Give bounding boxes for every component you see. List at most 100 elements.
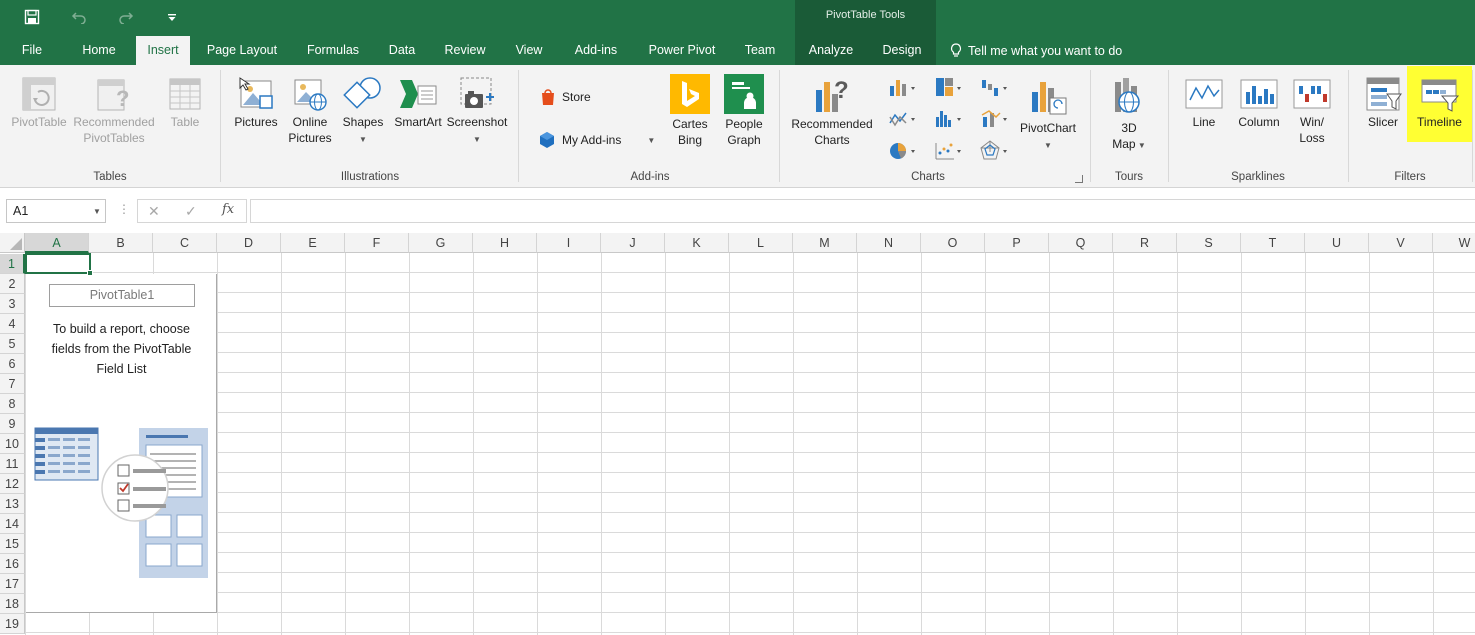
save-icon[interactable] (20, 6, 44, 28)
row-header-2[interactable]: 2 (0, 274, 25, 294)
column-header-f[interactable]: F (345, 233, 409, 253)
recommended-pivottables-button[interactable]: ? Recommended PivotTables (72, 76, 156, 146)
shapes-button[interactable]: Shapes ▼ (338, 76, 388, 148)
timeline-button[interactable]: Timeline (1407, 76, 1472, 130)
tab-data[interactable]: Data (381, 36, 423, 65)
row-header-3[interactable]: 3 (0, 294, 25, 314)
column-header-t[interactable]: T (1241, 233, 1305, 253)
column-header-p[interactable]: P (985, 233, 1049, 253)
tab-view[interactable]: View (507, 36, 551, 65)
store-button[interactable]: Store (540, 88, 591, 106)
tab-formulas[interactable]: Formulas (297, 36, 369, 65)
row-header-8[interactable]: 8 (0, 394, 25, 414)
column-header-h[interactable]: H (473, 233, 537, 253)
row-header-9[interactable]: 9 (0, 414, 25, 434)
sparkline-line-button[interactable]: Line (1180, 76, 1228, 130)
3d-map-button[interactable]: 3D Map ▼ (1100, 76, 1158, 154)
column-header-u[interactable]: U (1305, 233, 1369, 253)
column-header-m[interactable]: M (793, 233, 857, 253)
charts-dialog-launcher-icon[interactable] (1075, 175, 1083, 183)
column-header-e[interactable]: E (281, 233, 345, 253)
row-header-7[interactable]: 7 (0, 374, 25, 394)
tab-power-pivot[interactable]: Power Pivot (640, 36, 724, 65)
row-header-18[interactable]: 18 (0, 594, 25, 614)
fill-handle[interactable] (87, 270, 93, 276)
tab-page-layout[interactable]: Page Layout (200, 36, 284, 65)
column-header-d[interactable]: D (217, 233, 281, 253)
tab-team[interactable]: Team (736, 36, 784, 65)
worksheet-cells[interactable] (25, 253, 1475, 635)
column-header-q[interactable]: Q (1049, 233, 1113, 253)
recommended-charts-button[interactable]: ? Recommended Charts (786, 76, 878, 148)
column-chart-icon[interactable] (888, 76, 918, 100)
column-header-r[interactable]: R (1113, 233, 1177, 253)
combo-chart-icon[interactable] (980, 107, 1010, 131)
tab-analyze[interactable]: Analyze (800, 36, 862, 65)
scatter-chart-icon[interactable] (934, 139, 964, 163)
column-header-s[interactable]: S (1177, 233, 1241, 253)
name-box-dropdown-icon[interactable]: ▼ (90, 199, 104, 223)
waterfall-chart-icon[interactable] (980, 76, 1010, 100)
cancel-icon[interactable]: ✕ (148, 203, 160, 220)
sparkline-column-button[interactable]: Column (1232, 76, 1286, 130)
table-button[interactable]: Table (160, 76, 210, 130)
tab-design[interactable]: Design (872, 36, 932, 65)
formula-bar-grip-icon[interactable]: ⋮ (118, 202, 130, 216)
hierarchy-chart-icon[interactable] (934, 76, 964, 100)
row-header-4[interactable]: 4 (0, 314, 25, 334)
sparkline-winloss-button[interactable]: Win/ Loss (1288, 76, 1336, 146)
column-header-o[interactable]: O (921, 233, 985, 253)
column-header-a[interactable]: A (25, 233, 89, 253)
tab-review[interactable]: Review (438, 36, 492, 65)
pivottable-button[interactable]: PivotTable (6, 76, 72, 130)
row-header-17[interactable]: 17 (0, 574, 25, 594)
row-header-12[interactable]: 12 (0, 474, 25, 494)
column-header-w[interactable]: W (1433, 233, 1475, 253)
row-header-5[interactable]: 5 (0, 334, 25, 354)
column-header-l[interactable]: L (729, 233, 793, 253)
pivotchart-button[interactable]: PivotChart ▼ (1016, 76, 1080, 154)
row-header-16[interactable]: 16 (0, 554, 25, 574)
people-graph-button[interactable]: People Graph (718, 74, 770, 148)
tab-add-ins[interactable]: Add-ins (565, 36, 627, 65)
formula-input[interactable] (250, 199, 1475, 223)
online-pictures-label-2: Pictures (288, 131, 332, 145)
slicer-button[interactable]: Slicer (1358, 76, 1408, 130)
radar-chart-icon[interactable] (980, 139, 1010, 163)
row-header-1[interactable]: 1 (0, 254, 25, 274)
column-header-v[interactable]: V (1369, 233, 1433, 253)
customize-qat-icon[interactable] (160, 6, 184, 28)
cartes-bing-button[interactable]: Cartes Bing (664, 74, 716, 148)
online-pictures-button[interactable]: Online Pictures (284, 76, 336, 146)
column-header-g[interactable]: G (409, 233, 473, 253)
tab-home[interactable]: Home (72, 36, 126, 65)
tab-insert[interactable]: Insert (136, 36, 190, 66)
row-header-11[interactable]: 11 (0, 454, 25, 474)
row-header-15[interactable]: 15 (0, 534, 25, 554)
column-header-c[interactable]: C (153, 233, 217, 253)
column-header-n[interactable]: N (857, 233, 921, 253)
row-header-14[interactable]: 14 (0, 514, 25, 534)
column-header-j[interactable]: J (601, 233, 665, 253)
column-header-k[interactable]: K (665, 233, 729, 253)
smartart-button[interactable]: SmartArt (390, 76, 446, 130)
row-header-10[interactable]: 10 (0, 434, 25, 454)
pie-chart-icon[interactable] (888, 139, 918, 163)
row-header-19[interactable]: 19 (0, 614, 25, 634)
insert-function-icon[interactable]: fx (222, 202, 234, 217)
active-cell-a1[interactable] (25, 253, 91, 274)
column-header-b[interactable]: B (89, 233, 153, 253)
pictures-button[interactable]: Pictures (230, 76, 282, 130)
tab-file[interactable]: File (12, 36, 52, 65)
tell-me-search[interactable]: Tell me what you want to do (950, 36, 1122, 65)
redo-icon[interactable] (114, 6, 138, 28)
undo-icon[interactable] (67, 6, 91, 28)
row-header-13[interactable]: 13 (0, 494, 25, 514)
statistic-chart-icon[interactable] (934, 107, 964, 131)
row-header-6[interactable]: 6 (0, 354, 25, 374)
line-chart-icon[interactable] (888, 107, 918, 131)
screenshot-button[interactable]: Screenshot ▼ (446, 76, 508, 148)
my-add-ins-button[interactable]: My Add-ins ▼ (538, 131, 655, 149)
column-header-i[interactable]: I (537, 233, 601, 253)
enter-icon[interactable]: ✓ (185, 203, 197, 220)
